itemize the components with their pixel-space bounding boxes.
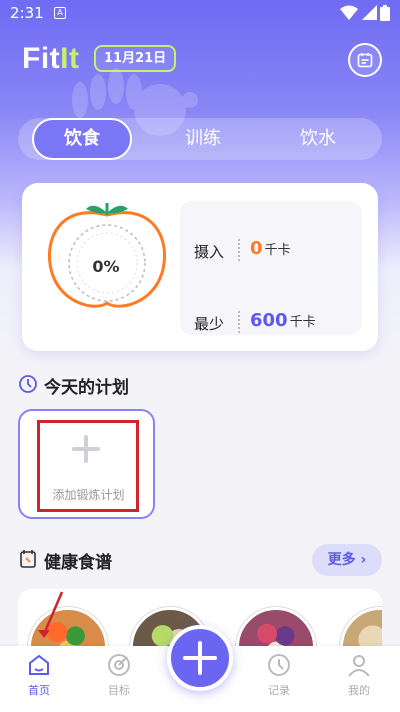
tab-water[interactable]: 饮水	[268, 118, 368, 160]
recipe-item-image[interactable]	[236, 607, 316, 649]
more-recipes-button[interactable]: 更多 ›	[312, 544, 382, 576]
signal-icon	[362, 5, 377, 20]
intake-value: 0	[250, 238, 263, 259]
add-record-button[interactable]	[167, 625, 233, 691]
nav-goal[interactable]: 目标	[89, 652, 149, 708]
nav-home[interactable]: 首页	[9, 652, 69, 708]
minimum-unit: 千卡	[289, 315, 316, 330]
category-tabs: 饮食 训练 饮水	[18, 118, 382, 160]
tomato-progress-icon	[47, 203, 167, 308]
battery-icon	[380, 5, 390, 21]
tab-training[interactable]: 训练	[153, 118, 253, 160]
annotation-arrow-icon	[38, 591, 64, 638]
user-icon	[348, 655, 370, 677]
intake-value-wrap: 0 千卡	[250, 238, 291, 259]
calorie-stats: 摄入 0 千卡 最少 600 千卡	[180, 201, 362, 335]
sim-icon: A	[54, 7, 66, 19]
minimum-row: 最少 600 千卡	[180, 307, 362, 337]
app-logo: FitIt	[22, 42, 79, 76]
highlight-annotation-box	[37, 420, 139, 512]
nav-record[interactable]: 记录	[249, 652, 309, 708]
minimum-value: 600	[250, 310, 288, 331]
status-bar: 2:31 A	[0, 0, 400, 26]
calorie-summary-card: 0% 摄入 0 千卡 最少 600 千卡	[22, 183, 378, 351]
status-time: 2:31	[10, 4, 44, 22]
wifi-icon	[340, 5, 358, 20]
intake-unit: 千卡	[264, 243, 291, 258]
clock-plan-icon	[19, 375, 37, 393]
recipe-title-text: 健康食谱	[44, 553, 112, 573]
nav-mine-label: 我的	[348, 684, 370, 697]
intake-row: 摄入 0 千卡	[180, 235, 362, 265]
plan-title-text: 今天的计划	[44, 378, 129, 398]
divider	[238, 311, 240, 333]
nav-home-label: 首页	[28, 684, 50, 697]
nav-goal-label: 目标	[108, 684, 130, 697]
nav-record-label: 记录	[268, 684, 290, 697]
intake-label: 摄入	[194, 243, 225, 261]
nav-mine[interactable]: 我的	[329, 652, 389, 708]
logo-fit: Fit	[22, 42, 61, 75]
calendar-button[interactable]	[348, 43, 382, 77]
recipe-item-image[interactable]	[340, 607, 382, 649]
target-icon	[108, 654, 130, 676]
divider	[238, 239, 240, 261]
minimum-value-wrap: 600 千卡	[250, 310, 316, 331]
logo-it: It	[60, 42, 80, 75]
progress-percent: 0%	[92, 257, 120, 276]
recipe-book-icon	[20, 550, 36, 568]
record-clock-icon	[268, 654, 290, 676]
tab-diet[interactable]: 饮食	[32, 118, 132, 160]
calendar-icon	[357, 53, 373, 68]
home-icon	[29, 654, 49, 675]
minimum-label: 最少	[194, 315, 225, 333]
date-badge[interactable]: 11月21日	[94, 45, 177, 72]
